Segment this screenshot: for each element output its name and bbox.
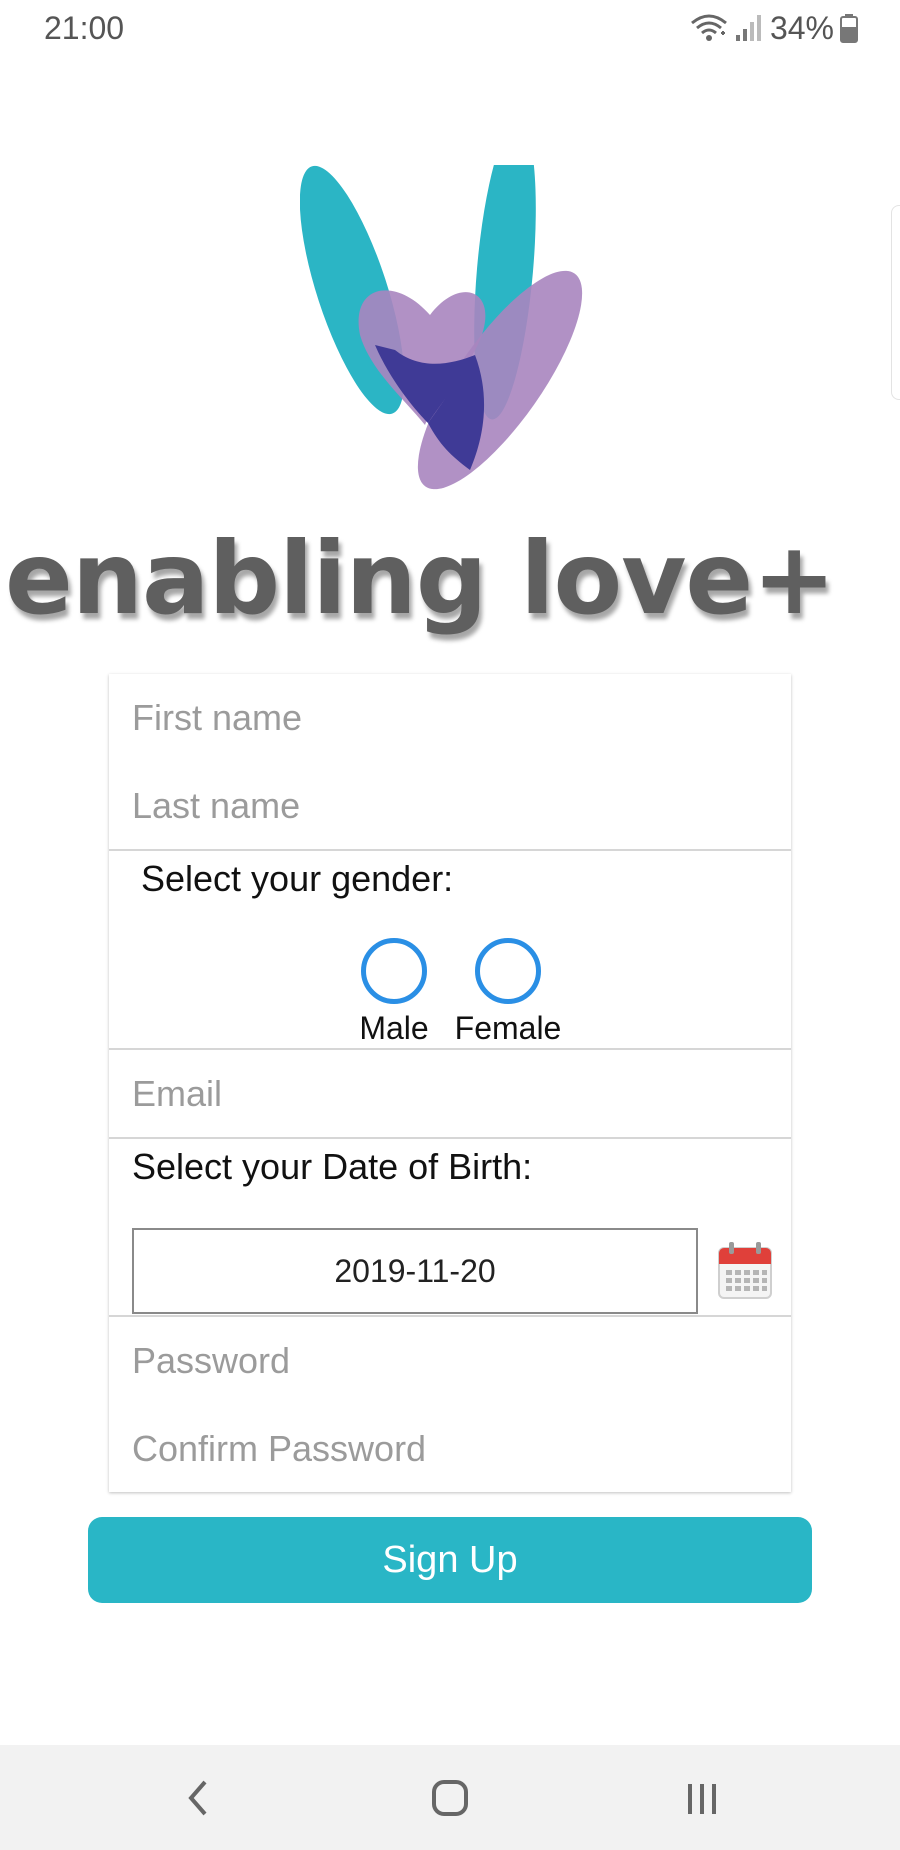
dob-value: 2019-11-20: [334, 1252, 496, 1289]
gender-label: Select your gender:: [141, 858, 454, 899]
heart-leaves-logo: [300, 165, 583, 490]
last-name-field[interactable]: Last name: [109, 762, 791, 850]
recents-button[interactable]: [672, 1773, 732, 1823]
battery-icon: [840, 14, 858, 43]
home-icon: [432, 1780, 468, 1816]
status-icons: 34%: [690, 10, 858, 46]
radio-label-male: Male: [359, 1010, 429, 1046]
wifi-icon: [691, 14, 727, 41]
signup-form: First name Last name Select your gender:…: [109, 674, 791, 1492]
signup-screen: 21:00 34% enabling love+ First name Last…: [0, 0, 900, 1850]
confirm-password-placeholder: Confirm Password: [132, 1428, 427, 1469]
radio-circle[interactable]: [361, 938, 427, 1004]
home-button[interactable]: [420, 1773, 480, 1823]
radio-circle[interactable]: [475, 938, 541, 1004]
calendar-icon[interactable]: [717, 1240, 773, 1300]
password-placeholder: Password: [132, 1340, 291, 1381]
first-name-placeholder: First name: [132, 697, 303, 738]
email-field[interactable]: Email: [109, 1050, 791, 1138]
status-bar: 21:00 34%: [0, 0, 900, 58]
dob-label: Select your Date of Birth:: [132, 1146, 533, 1187]
edge-panel-handle[interactable]: [891, 205, 900, 400]
back-icon: [188, 1780, 207, 1816]
password-field[interactable]: Password: [109, 1317, 791, 1405]
battery-percent: 34%: [769, 9, 834, 46]
first-name-field[interactable]: First name: [109, 674, 791, 762]
gender-radio-group: Male Female: [109, 938, 791, 1048]
email-placeholder: Email: [132, 1073, 223, 1114]
dob-input[interactable]: 2019-11-20: [132, 1228, 698, 1314]
gender-option-female[interactable]: Female: [448, 938, 568, 1047]
divider: [109, 849, 791, 851]
sign-up-button[interactable]: Sign Up: [88, 1517, 812, 1603]
divider: [109, 1137, 791, 1139]
last-name-placeholder: Last name: [132, 785, 301, 826]
status-time: 21:00: [44, 10, 125, 46]
back-button[interactable]: [168, 1773, 228, 1823]
signal-icon: [735, 15, 761, 41]
radio-label-female: Female: [454, 1010, 562, 1046]
brand-name: enabling love+: [5, 520, 836, 637]
recents-icon: [688, 1784, 716, 1814]
navigation-bar: [0, 1745, 900, 1850]
confirm-password-field[interactable]: Confirm Password: [109, 1405, 791, 1493]
gender-option-male[interactable]: Male: [334, 938, 454, 1047]
